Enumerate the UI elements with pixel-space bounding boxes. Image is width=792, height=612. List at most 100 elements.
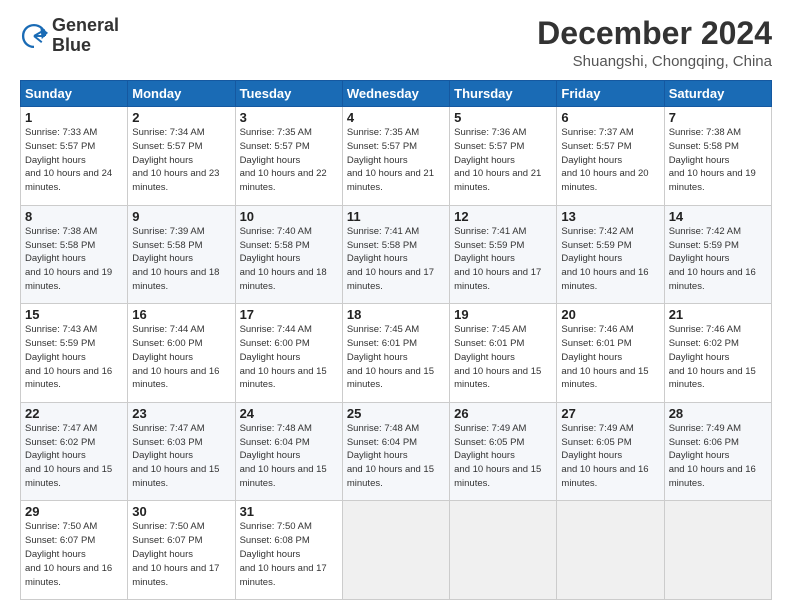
day-number: 2 bbox=[132, 110, 230, 125]
day-header-tuesday: Tuesday bbox=[235, 81, 342, 107]
day-number: 20 bbox=[561, 307, 659, 322]
calendar-cell: 2 Sunrise: 7:34 AMSunset: 5:57 PMDayligh… bbox=[128, 107, 235, 206]
calendar-cell: 8 Sunrise: 7:38 AMSunset: 5:58 PMDayligh… bbox=[21, 205, 128, 304]
cell-content: Sunrise: 7:44 AMSunset: 6:00 PMDaylight … bbox=[240, 323, 338, 392]
day-number: 23 bbox=[132, 406, 230, 421]
calendar-cell: 28 Sunrise: 7:49 AMSunset: 6:06 PMDaylig… bbox=[664, 402, 771, 501]
calendar-cell: 18 Sunrise: 7:45 AMSunset: 6:01 PMDaylig… bbox=[342, 304, 449, 403]
day-number: 30 bbox=[132, 504, 230, 519]
calendar-week-4: 22 Sunrise: 7:47 AMSunset: 6:02 PMDaylig… bbox=[21, 402, 772, 501]
day-number: 31 bbox=[240, 504, 338, 519]
day-number: 5 bbox=[454, 110, 552, 125]
calendar-cell bbox=[664, 501, 771, 600]
calendar-cell: 11 Sunrise: 7:41 AMSunset: 5:58 PMDaylig… bbox=[342, 205, 449, 304]
calendar-cell: 25 Sunrise: 7:48 AMSunset: 6:04 PMDaylig… bbox=[342, 402, 449, 501]
day-number: 29 bbox=[25, 504, 123, 519]
calendar-header-row: SundayMondayTuesdayWednesdayThursdayFrid… bbox=[21, 81, 772, 107]
calendar-cell: 29 Sunrise: 7:50 AMSunset: 6:07 PMDaylig… bbox=[21, 501, 128, 600]
calendar-cell: 24 Sunrise: 7:48 AMSunset: 6:04 PMDaylig… bbox=[235, 402, 342, 501]
day-number: 7 bbox=[669, 110, 767, 125]
header: General Blue December 2024 Shuangshi, Ch… bbox=[20, 16, 772, 70]
calendar-week-3: 15 Sunrise: 7:43 AMSunset: 5:59 PMDaylig… bbox=[21, 304, 772, 403]
cell-content: Sunrise: 7:43 AMSunset: 5:59 PMDaylight … bbox=[25, 323, 123, 392]
cell-content: Sunrise: 7:45 AMSunset: 6:01 PMDaylight … bbox=[347, 323, 445, 392]
cell-content: Sunrise: 7:50 AMSunset: 6:08 PMDaylight … bbox=[240, 520, 338, 589]
day-number: 19 bbox=[454, 307, 552, 322]
day-number: 14 bbox=[669, 209, 767, 224]
logo-icon bbox=[20, 22, 48, 50]
calendar-cell: 1 Sunrise: 7:33 AMSunset: 5:57 PMDayligh… bbox=[21, 107, 128, 206]
cell-content: Sunrise: 7:35 AMSunset: 5:57 PMDaylight … bbox=[240, 126, 338, 195]
title-block: December 2024 Shuangshi, Chongqing, Chin… bbox=[537, 16, 772, 70]
calendar-cell: 23 Sunrise: 7:47 AMSunset: 6:03 PMDaylig… bbox=[128, 402, 235, 501]
cell-content: Sunrise: 7:44 AMSunset: 6:00 PMDaylight … bbox=[132, 323, 230, 392]
main-title: December 2024 bbox=[537, 16, 772, 51]
day-number: 1 bbox=[25, 110, 123, 125]
day-number: 16 bbox=[132, 307, 230, 322]
cell-content: Sunrise: 7:42 AMSunset: 5:59 PMDaylight … bbox=[561, 225, 659, 294]
calendar-cell: 31 Sunrise: 7:50 AMSunset: 6:08 PMDaylig… bbox=[235, 501, 342, 600]
calendar-cell: 4 Sunrise: 7:35 AMSunset: 5:57 PMDayligh… bbox=[342, 107, 449, 206]
day-number: 27 bbox=[561, 406, 659, 421]
day-number: 24 bbox=[240, 406, 338, 421]
logo-line2: Blue bbox=[52, 36, 119, 56]
calendar-cell: 27 Sunrise: 7:49 AMSunset: 6:05 PMDaylig… bbox=[557, 402, 664, 501]
day-header-wednesday: Wednesday bbox=[342, 81, 449, 107]
cell-content: Sunrise: 7:50 AMSunset: 6:07 PMDaylight … bbox=[132, 520, 230, 589]
calendar-cell: 14 Sunrise: 7:42 AMSunset: 5:59 PMDaylig… bbox=[664, 205, 771, 304]
day-number: 22 bbox=[25, 406, 123, 421]
calendar-cell: 15 Sunrise: 7:43 AMSunset: 5:59 PMDaylig… bbox=[21, 304, 128, 403]
day-number: 18 bbox=[347, 307, 445, 322]
cell-content: Sunrise: 7:37 AMSunset: 5:57 PMDaylight … bbox=[561, 126, 659, 195]
cell-content: Sunrise: 7:40 AMSunset: 5:58 PMDaylight … bbox=[240, 225, 338, 294]
cell-content: Sunrise: 7:49 AMSunset: 6:05 PMDaylight … bbox=[454, 422, 552, 491]
day-number: 28 bbox=[669, 406, 767, 421]
cell-content: Sunrise: 7:48 AMSunset: 6:04 PMDaylight … bbox=[347, 422, 445, 491]
day-header-saturday: Saturday bbox=[664, 81, 771, 107]
calendar-cell: 3 Sunrise: 7:35 AMSunset: 5:57 PMDayligh… bbox=[235, 107, 342, 206]
day-number: 3 bbox=[240, 110, 338, 125]
calendar-cell: 6 Sunrise: 7:37 AMSunset: 5:57 PMDayligh… bbox=[557, 107, 664, 206]
calendar-cell: 9 Sunrise: 7:39 AMSunset: 5:58 PMDayligh… bbox=[128, 205, 235, 304]
cell-content: Sunrise: 7:46 AMSunset: 6:02 PMDaylight … bbox=[669, 323, 767, 392]
day-number: 11 bbox=[347, 209, 445, 224]
calendar-cell: 16 Sunrise: 7:44 AMSunset: 6:00 PMDaylig… bbox=[128, 304, 235, 403]
day-header-friday: Friday bbox=[557, 81, 664, 107]
calendar-cell: 17 Sunrise: 7:44 AMSunset: 6:00 PMDaylig… bbox=[235, 304, 342, 403]
logo: General Blue bbox=[20, 16, 119, 56]
calendar-cell: 12 Sunrise: 7:41 AMSunset: 5:59 PMDaylig… bbox=[450, 205, 557, 304]
day-number: 4 bbox=[347, 110, 445, 125]
calendar-table: SundayMondayTuesdayWednesdayThursdayFrid… bbox=[20, 80, 772, 600]
cell-content: Sunrise: 7:38 AMSunset: 5:58 PMDaylight … bbox=[669, 126, 767, 195]
day-number: 8 bbox=[25, 209, 123, 224]
day-header-sunday: Sunday bbox=[21, 81, 128, 107]
calendar-week-5: 29 Sunrise: 7:50 AMSunset: 6:07 PMDaylig… bbox=[21, 501, 772, 600]
calendar-cell bbox=[342, 501, 449, 600]
cell-content: Sunrise: 7:35 AMSunset: 5:57 PMDaylight … bbox=[347, 126, 445, 195]
calendar-cell: 19 Sunrise: 7:45 AMSunset: 6:01 PMDaylig… bbox=[450, 304, 557, 403]
calendar-cell: 5 Sunrise: 7:36 AMSunset: 5:57 PMDayligh… bbox=[450, 107, 557, 206]
day-number: 13 bbox=[561, 209, 659, 224]
day-header-thursday: Thursday bbox=[450, 81, 557, 107]
cell-content: Sunrise: 7:38 AMSunset: 5:58 PMDaylight … bbox=[25, 225, 123, 294]
cell-content: Sunrise: 7:47 AMSunset: 6:02 PMDaylight … bbox=[25, 422, 123, 491]
day-header-monday: Monday bbox=[128, 81, 235, 107]
cell-content: Sunrise: 7:34 AMSunset: 5:57 PMDaylight … bbox=[132, 126, 230, 195]
day-number: 17 bbox=[240, 307, 338, 322]
calendar-cell: 21 Sunrise: 7:46 AMSunset: 6:02 PMDaylig… bbox=[664, 304, 771, 403]
day-number: 9 bbox=[132, 209, 230, 224]
day-number: 21 bbox=[669, 307, 767, 322]
cell-content: Sunrise: 7:36 AMSunset: 5:57 PMDaylight … bbox=[454, 126, 552, 195]
calendar-week-2: 8 Sunrise: 7:38 AMSunset: 5:58 PMDayligh… bbox=[21, 205, 772, 304]
calendar-cell: 22 Sunrise: 7:47 AMSunset: 6:02 PMDaylig… bbox=[21, 402, 128, 501]
logo-line1: General bbox=[52, 16, 119, 36]
calendar-week-1: 1 Sunrise: 7:33 AMSunset: 5:57 PMDayligh… bbox=[21, 107, 772, 206]
day-number: 12 bbox=[454, 209, 552, 224]
day-number: 10 bbox=[240, 209, 338, 224]
cell-content: Sunrise: 7:41 AMSunset: 5:58 PMDaylight … bbox=[347, 225, 445, 294]
cell-content: Sunrise: 7:50 AMSunset: 6:07 PMDaylight … bbox=[25, 520, 123, 589]
calendar-cell: 10 Sunrise: 7:40 AMSunset: 5:58 PMDaylig… bbox=[235, 205, 342, 304]
calendar-cell: 30 Sunrise: 7:50 AMSunset: 6:07 PMDaylig… bbox=[128, 501, 235, 600]
page: General Blue December 2024 Shuangshi, Ch… bbox=[0, 0, 792, 612]
day-number: 25 bbox=[347, 406, 445, 421]
